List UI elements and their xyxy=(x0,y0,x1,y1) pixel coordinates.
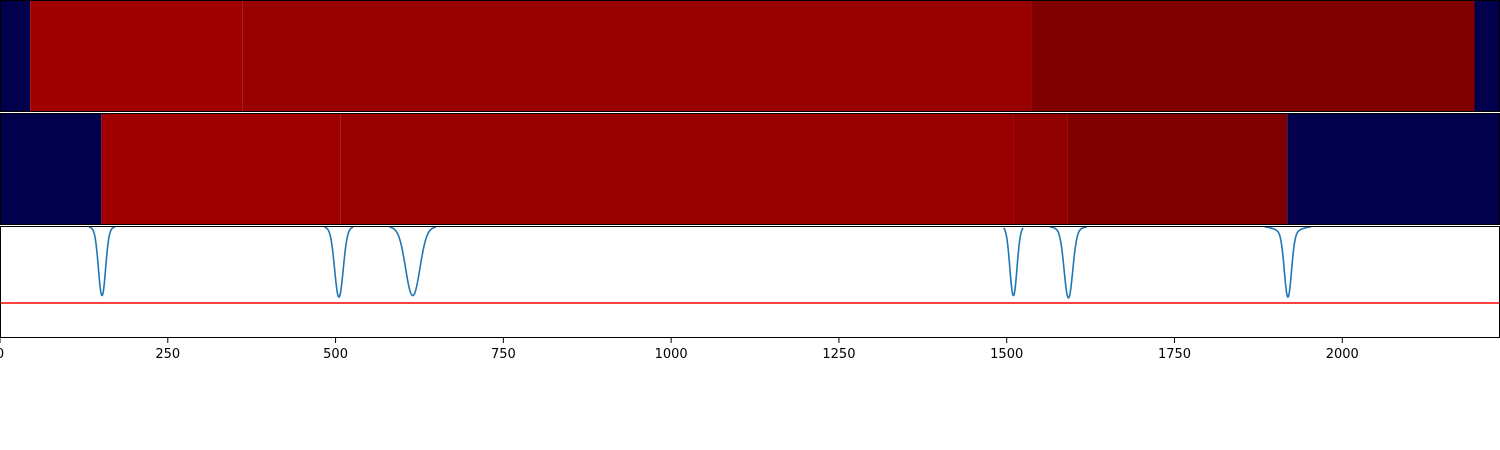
signal-panel xyxy=(0,226,1500,338)
x-tick-label-0: 0 xyxy=(0,347,4,362)
heatmap-row-1-segment-3 xyxy=(242,0,1032,112)
signal-panel-background xyxy=(0,226,1500,338)
heatmap-row-1-segment-1 xyxy=(0,0,31,112)
x-tick-label-1000: 1000 xyxy=(655,347,688,362)
heatmap-row-2 xyxy=(0,113,1500,225)
heatmap-row-2-segment-6 xyxy=(1287,113,1500,225)
x-tick-label-750: 750 xyxy=(491,347,516,362)
heatmap-row-1-segment-2 xyxy=(30,0,243,112)
x-tick-label-500: 500 xyxy=(323,347,348,362)
heatmap-row-1 xyxy=(0,0,1500,112)
heatmap-row-2-segment-1 xyxy=(0,113,102,225)
heatmap-row-1-segment-4 xyxy=(1031,0,1475,112)
x-axis: 0 250 500 750 1000 1250 1500 1750 2000 xyxy=(0,338,1359,362)
heatmap-row-2-segment-3 xyxy=(340,113,1014,225)
x-tick-label-1250: 1250 xyxy=(822,347,855,362)
x-tick-label-1500: 1500 xyxy=(990,347,1023,362)
heatmap-row-2-segment-4 xyxy=(1013,113,1068,225)
heatmap-row-2-segment-2 xyxy=(101,113,341,225)
x-tick-label-2000: 2000 xyxy=(1326,347,1359,362)
x-tick-label-250: 250 xyxy=(155,347,180,362)
x-tick-label-1750: 1750 xyxy=(1158,347,1191,362)
chart-figure: 0 250 500 750 1000 1250 1500 1750 2000 xyxy=(0,0,1500,362)
heatmap-row-2-segment-5 xyxy=(1067,113,1288,225)
heatmap-row-1-segment-5 xyxy=(1474,0,1500,112)
